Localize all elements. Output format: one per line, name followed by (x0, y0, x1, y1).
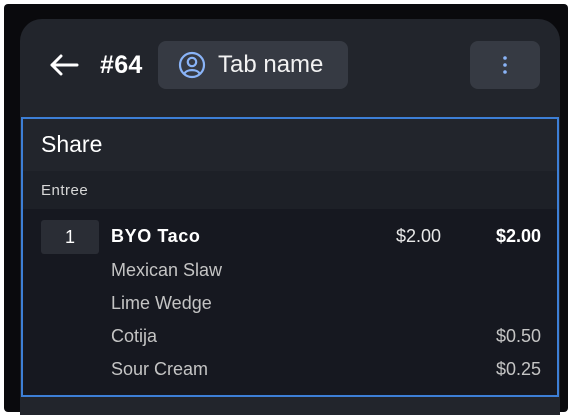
order-number: #64 (100, 51, 143, 79)
order-screen: #64 Tab name Share Entree 1 BYO Taco $2.… (20, 19, 560, 415)
screenshot-frame: #64 Tab name Share Entree 1 BYO Taco $2.… (4, 4, 568, 415)
item-name[interactable]: BYO Taco (111, 226, 200, 247)
back-button[interactable] (46, 47, 82, 83)
modifier-name: Mexican Slaw (111, 260, 223, 280)
quantity-box[interactable]: 1 (41, 220, 99, 254)
share-header: Share (23, 119, 557, 171)
modifier-price: $0.50 (495, 326, 541, 346)
share-panel[interactable]: Share Entree 1 BYO Taco $2.00 $2.00 Mexi… (21, 117, 559, 397)
order-header: #64 Tab name (20, 19, 560, 111)
category-row: Entree (23, 171, 557, 209)
modifier-row[interactable]: Mexican Slaw (111, 260, 541, 284)
arrow-left-icon (50, 54, 79, 76)
item-total-price: $2.00 (495, 226, 541, 246)
tab-name-button[interactable]: Tab name (158, 41, 348, 89)
modifier-name: Lime Wedge (111, 293, 212, 313)
modifier-name: Sour Cream (111, 359, 209, 379)
bottom-strip (20, 399, 560, 415)
category-label: Entree (41, 182, 89, 199)
share-title: Share (41, 131, 103, 157)
person-circle-icon (178, 51, 206, 79)
modifier-price: $0.25 (495, 359, 541, 379)
vertical-dots-icon (503, 56, 507, 74)
modifier-row[interactable]: Lime Wedge (111, 293, 541, 317)
modifier-row[interactable]: Cotija $0.50 (111, 326, 541, 350)
modifier-row[interactable]: Sour Cream $0.25 (111, 359, 541, 383)
item-unit-price: $2.00 (395, 226, 441, 246)
modifier-name: Cotija (111, 326, 158, 346)
tab-name-label: Tab name (218, 51, 324, 78)
more-options-button[interactable] (470, 41, 540, 89)
